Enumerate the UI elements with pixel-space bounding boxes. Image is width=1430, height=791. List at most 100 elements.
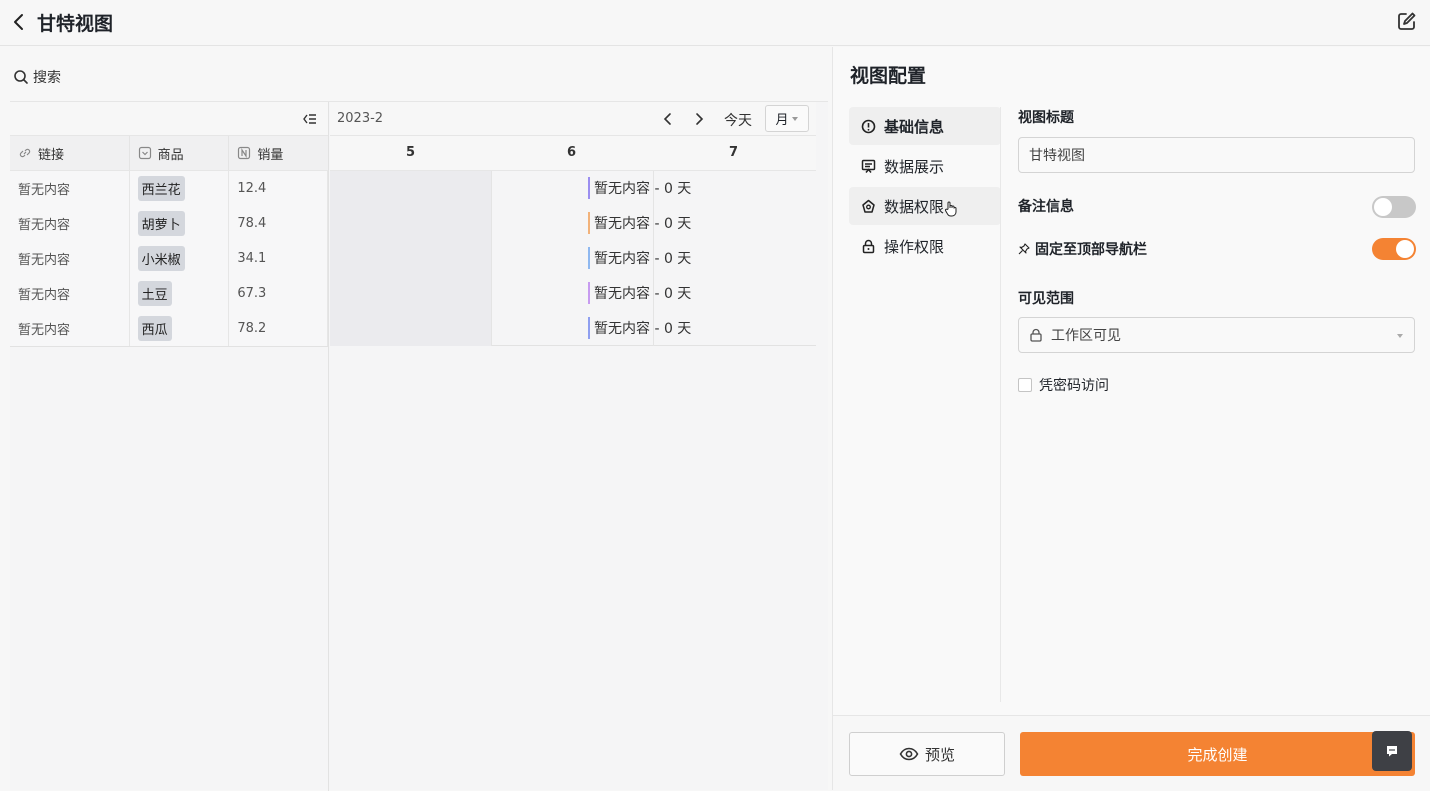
chevron-left-icon[interactable] xyxy=(660,110,676,128)
gantt-bar-label: 暂无内容 - 0 天 xyxy=(594,286,692,302)
gantt-bar[interactable]: 暂无内容 - 0 天 xyxy=(588,281,691,305)
product-cell[interactable]: 西瓜 xyxy=(130,311,230,346)
link-cell[interactable]: 暂无内容 xyxy=(10,276,130,311)
table-row[interactable]: 暂无内容 胡萝卜 78.4 xyxy=(10,206,328,241)
product-tag: 西瓜 xyxy=(137,316,172,341)
menu-item-label: 操作权限 xyxy=(884,237,945,256)
menu-item-label: 数据权限 xyxy=(884,197,945,216)
table-row[interactable]: 暂无内容 土豆 67.3 xyxy=(10,276,328,311)
link-cell[interactable]: 暂无内容 xyxy=(10,206,130,241)
visibility-select-value: 工作区可见 xyxy=(1051,328,1121,344)
table-row[interactable]: 暂无内容 西兰花 12.4 xyxy=(10,171,328,206)
sales-cell[interactable]: 78.2 xyxy=(229,311,328,346)
search-button[interactable]: 搜索 xyxy=(13,66,61,88)
sales-cell[interactable]: 34.1 xyxy=(229,241,328,276)
link-cell[interactable]: 暂无内容 xyxy=(10,171,130,206)
menu-item-data-permission[interactable]: 数据权限 xyxy=(849,187,1001,225)
day-label: 6 xyxy=(567,145,577,160)
config-title: 视图配置 xyxy=(850,65,927,87)
gantt-bar[interactable]: 暂无内容 - 0 天 xyxy=(588,316,691,340)
remark-toggle[interactable] xyxy=(1372,196,1416,218)
menu-item-basic-info[interactable]: 基础信息 xyxy=(849,107,1001,145)
day-label: 7 xyxy=(729,145,739,160)
gantt-bar-label: 暂无内容 - 0 天 xyxy=(594,321,692,337)
back-icon[interactable] xyxy=(10,11,30,33)
product-cell[interactable]: 胡萝卜 xyxy=(130,206,230,241)
remark-label: 备注信息 xyxy=(1018,199,1074,215)
gantt-bar-accent xyxy=(588,247,590,269)
visibility-select[interactable]: 工作区可见 xyxy=(1018,317,1415,353)
number-field-icon xyxy=(238,146,251,160)
info-icon xyxy=(861,119,876,133)
product-tag: 小米椒 xyxy=(137,246,185,271)
link-cell[interactable]: 暂无内容 xyxy=(10,241,130,276)
toggle-knob xyxy=(1374,198,1392,216)
column-header-sales[interactable]: 销量 xyxy=(229,136,328,170)
hand-cursor-icon xyxy=(945,201,957,217)
scale-select[interactable]: 月 xyxy=(765,105,809,132)
menu-item-label: 数据展示 xyxy=(884,157,945,176)
chat-icon[interactable] xyxy=(1372,731,1412,771)
gantt-bar[interactable]: 暂无内容 - 0 天 xyxy=(588,211,691,235)
column-header-product[interactable]: 商品 xyxy=(130,136,230,170)
gantt-bar[interactable]: 暂无内容 - 0 天 xyxy=(588,176,691,200)
lock-icon xyxy=(862,239,875,253)
select-field-icon xyxy=(138,146,151,160)
gantt-bar-accent xyxy=(588,177,590,199)
weekend-shade xyxy=(330,171,491,346)
menu-divider xyxy=(1000,107,1001,702)
product-tag: 土豆 xyxy=(137,281,172,306)
collapse-panel-icon[interactable] xyxy=(302,111,318,127)
gantt-bar-label: 暂无内容 - 0 天 xyxy=(594,251,692,267)
gantt-period-label: 2023-2 xyxy=(337,111,384,126)
visibility-label: 可见范围 xyxy=(1018,291,1074,307)
menu-item-operation-permission[interactable]: 操作权限 xyxy=(849,227,1001,265)
password-label: 凭密码访问 xyxy=(1039,378,1109,394)
view-title-input[interactable]: 甘特视图 xyxy=(1018,137,1415,173)
top-bar: 甘特视图 xyxy=(0,0,1430,46)
sales-cell[interactable]: 67.3 xyxy=(229,276,328,311)
view-config-panel: 视图配置 基础信息 数据展示 数据权限 操作权限 视图标题 甘特视图 备注信息 xyxy=(832,47,1430,790)
table-row[interactable]: 暂无内容 西瓜 78.2 xyxy=(10,311,328,346)
menu-item-label: 基础信息 xyxy=(884,117,945,136)
gantt-bar-accent xyxy=(588,212,590,234)
view-title-label: 视图标题 xyxy=(1018,110,1074,126)
gantt-body: 暂无内容 - 0 天 暂无内容 - 0 天 暂无内容 - 0 天 暂无内容 - … xyxy=(330,171,816,346)
menu-item-data-display[interactable]: 数据展示 xyxy=(849,147,1001,185)
pin-toggle[interactable] xyxy=(1372,238,1416,260)
preview-button[interactable]: 预览 xyxy=(849,732,1005,776)
eye-icon xyxy=(899,747,919,761)
caret-down-icon xyxy=(791,116,798,121)
chevron-right-icon[interactable] xyxy=(691,110,707,128)
sales-cell[interactable]: 78.4 xyxy=(229,206,328,241)
password-checkbox[interactable] xyxy=(1018,378,1032,392)
product-cell[interactable]: 土豆 xyxy=(130,276,230,311)
link-icon xyxy=(19,148,31,158)
create-label: 完成创建 xyxy=(1187,745,1248,764)
link-cell[interactable]: 暂无内容 xyxy=(10,311,130,346)
product-cell[interactable]: 小米椒 xyxy=(130,241,230,276)
caret-down-icon xyxy=(1397,334,1403,338)
day-divider xyxy=(491,171,492,346)
gantt-bar-label: 暂无内容 - 0 天 xyxy=(594,181,692,197)
gantt-bar-accent xyxy=(588,282,590,304)
password-row: 凭密码访问 xyxy=(1018,375,1416,395)
scale-select-value: 月 xyxy=(775,113,789,128)
column-header-link[interactable]: 链接 xyxy=(10,136,130,170)
today-button[interactable]: 今天 xyxy=(724,110,752,130)
day-label: 5 xyxy=(406,145,416,160)
basic-info-form: 视图标题 甘特视图 备注信息 固定至顶部导航栏 可见范围 工作区可见 凭密码访问 xyxy=(1018,107,1416,395)
product-cell[interactable]: 西兰花 xyxy=(130,171,230,206)
grid-header-row: 链接 商品 销量 xyxy=(10,136,328,171)
create-button[interactable]: 完成创建 xyxy=(1020,732,1415,776)
gantt-bar[interactable]: 暂无内容 - 0 天 xyxy=(588,246,691,270)
table-row[interactable]: 暂无内容 小米椒 34.1 xyxy=(10,241,328,276)
pin-icon xyxy=(1018,243,1030,255)
config-footer: 预览 完成创建 xyxy=(833,715,1430,790)
pin-label: 固定至顶部导航栏 xyxy=(1035,242,1147,258)
gantt-bar-label: 暂无内容 - 0 天 xyxy=(594,216,692,232)
toggle-knob xyxy=(1396,240,1414,258)
edit-icon[interactable] xyxy=(1396,10,1418,32)
remark-row: 备注信息 xyxy=(1018,196,1416,218)
sales-cell[interactable]: 12.4 xyxy=(229,171,328,206)
